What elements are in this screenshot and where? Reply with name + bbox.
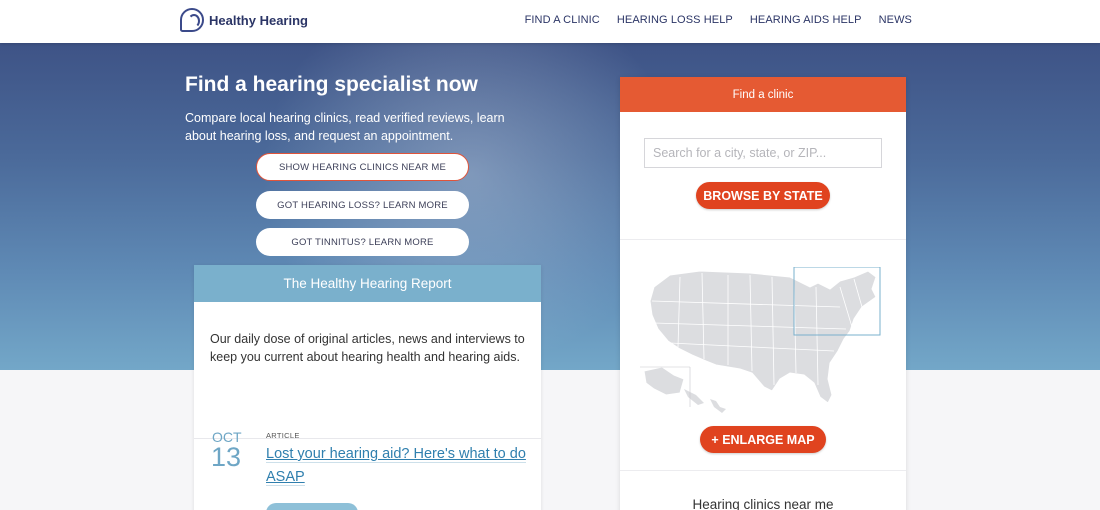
article-title-link[interactable]: Lost your hearing aid? Here's what to do… <box>266 443 526 489</box>
nav-find-a-clinic[interactable]: FIND A CLINIC <box>525 14 600 26</box>
article-tag: ARTICLE <box>266 431 300 440</box>
hero-banner <box>0 43 1100 370</box>
logo-ear-icon <box>180 8 204 32</box>
find-a-clinic-card: Find a clinic BROWSE BY STATE + E <box>620 77 906 510</box>
page-background <box>0 370 1100 510</box>
article-title-text: Lost your hearing aid? Here's what to do… <box>266 446 526 486</box>
find-a-clinic-title: Find a clinic <box>620 77 906 112</box>
article-date-day: 13 <box>211 442 242 472</box>
divider <box>620 470 906 471</box>
browse-by-state-button[interactable]: BROWSE BY STATE <box>696 182 830 209</box>
top-navigation-bar: Healthy Hearing FIND A CLINIC HEARING LO… <box>0 0 1100 43</box>
hearing-clinics-near-me-heading: Hearing clinics near me <box>692 497 834 510</box>
hero-subtitle: Compare local hearing clinics, read veri… <box>185 111 505 143</box>
article-read-button[interactable] <box>266 503 358 510</box>
tinnitus-learn-more-button[interactable]: GOT TINNITUS? LEARN MORE <box>256 228 469 256</box>
hearing-loss-learn-more-button[interactable]: GOT HEARING LOSS? LEARN MORE <box>256 191 469 219</box>
healthy-hearing-report-card: The Healthy Hearing Report Our daily dos… <box>194 265 541 510</box>
logo-text: Healthy Hearing <box>209 12 308 28</box>
hero-title: Find a hearing specialist now <box>185 73 478 96</box>
nav-hearing-loss-help[interactable]: HEARING LOSS HELP <box>617 14 733 26</box>
main-nav: FIND A CLINIC HEARING LOSS HELP HEARING … <box>525 14 912 26</box>
divider <box>620 239 906 240</box>
report-description: Our daily dose of original articles, new… <box>194 302 541 439</box>
enlarge-map-button[interactable]: + ENLARGE MAP <box>700 426 826 453</box>
report-title: The Healthy Hearing Report <box>194 265 541 302</box>
location-search-input[interactable] <box>644 138 882 168</box>
nav-hearing-aids-help[interactable]: HEARING AIDS HELP <box>750 14 862 26</box>
site-logo[interactable]: Healthy Hearing <box>180 8 308 32</box>
show-clinics-near-me-button[interactable]: SHOW HEARING CLINICS NEAR ME <box>256 153 469 181</box>
us-map-icon[interactable] <box>640 267 882 419</box>
nav-news[interactable]: NEWS <box>879 14 912 26</box>
